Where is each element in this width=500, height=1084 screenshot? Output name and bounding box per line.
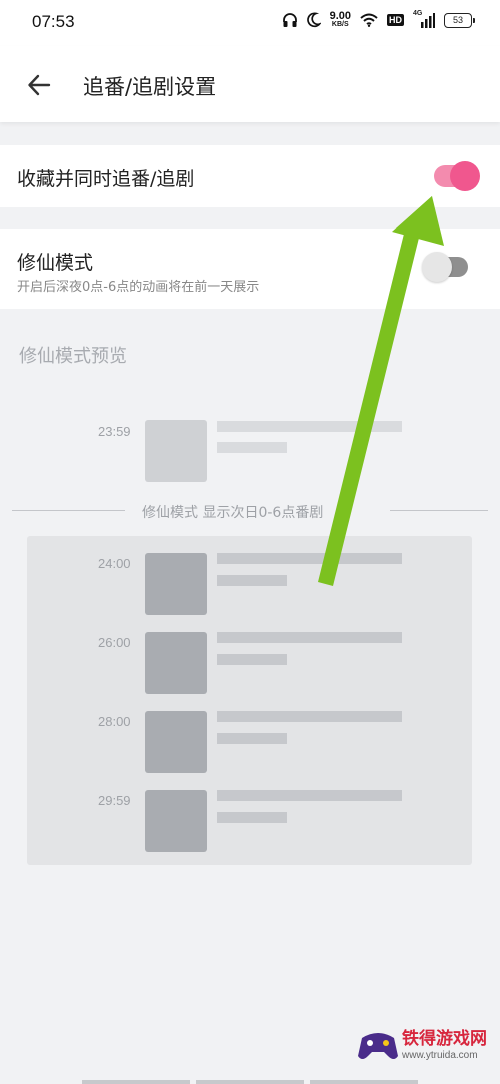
nav-hint <box>82 1080 190 1084</box>
nav-hint <box>196 1080 304 1084</box>
watermark-name: 铁得游戏网 <box>402 1029 487 1049</box>
annotation-arrow <box>318 196 444 586</box>
watermark-url: www.ytruida.com <box>402 1050 478 1061</box>
watermark: 铁得游戏网 www.ytruida.com <box>354 1018 494 1078</box>
gamepad-logo-icon <box>358 1033 398 1059</box>
nav-hint <box>310 1080 418 1084</box>
